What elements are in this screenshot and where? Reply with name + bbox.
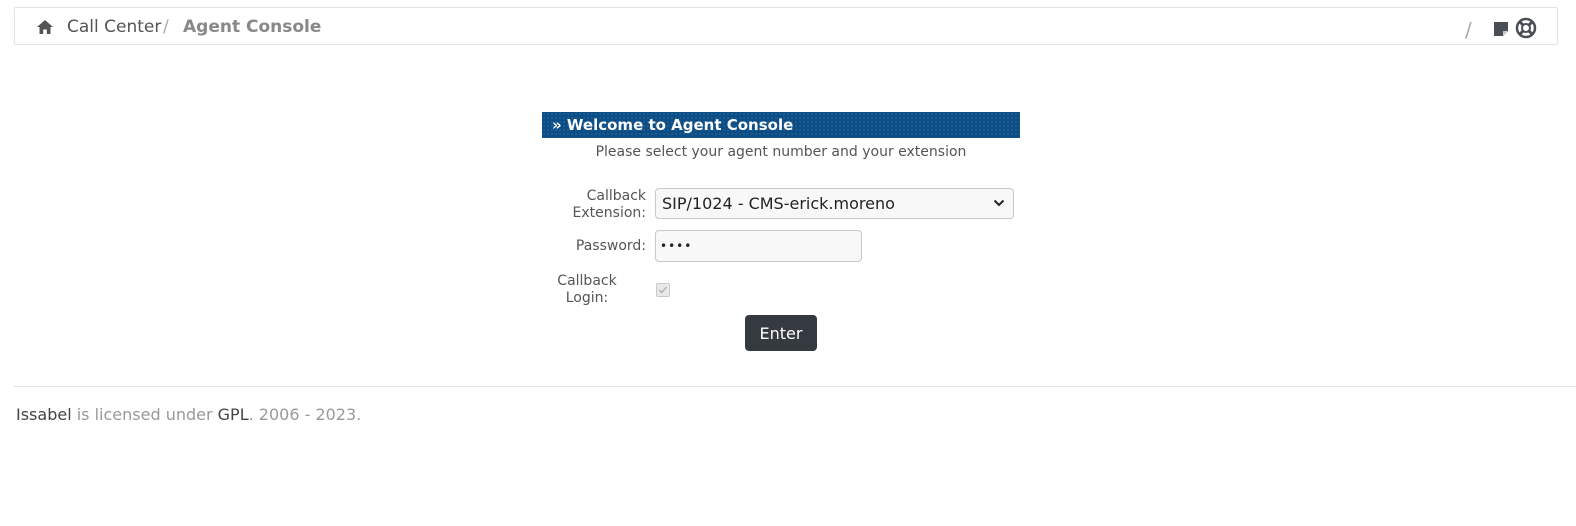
breadcrumb-agent-console: Agent Console [183, 17, 322, 37]
callback-extension-select[interactable]: SIP/1024 - CMS-erick.moreno [655, 188, 1014, 219]
callback-login-label-line1: Callback [557, 273, 617, 289]
breadcrumb-call-center[interactable]: Call Center [67, 17, 161, 37]
panel-title: » Welcome to Agent Console [542, 112, 1020, 138]
callback-login-label: Callback Login: [548, 273, 626, 307]
checkmark-icon [658, 286, 668, 294]
callback-extension-value: SIP/1024 - CMS-erick.moreno [662, 194, 895, 213]
callback-extension-label-line1: Callback [586, 188, 646, 204]
callback-login-checkbox[interactable] [656, 283, 670, 297]
callback-extension-label: Callback Extension: [556, 188, 646, 222]
callback-login-label-line2: Login: [565, 290, 609, 306]
help-lifebuoy-icon[interactable] [1515, 17, 1537, 39]
chevron-down-icon [993, 199, 1005, 207]
issabel-link[interactable]: Issabel [16, 405, 72, 424]
breadcrumb: Call Center / Agent Console / [14, 7, 1558, 45]
footer-divider [14, 386, 1576, 387]
breadcrumb-separator: / [163, 17, 169, 37]
footer-text-years: . 2006 - 2023. [248, 405, 362, 424]
gpl-link[interactable]: GPL [218, 405, 249, 424]
home-icon[interactable] [37, 20, 53, 34]
footer-text-license: is licensed under [71, 405, 218, 424]
password-label: Password: [575, 238, 646, 254]
sticky-note-icon[interactable] [1492, 20, 1510, 38]
enter-button[interactable]: Enter [745, 315, 817, 351]
toolbar-separator: / [1465, 18, 1472, 42]
callback-extension-label-line2: Extension: [572, 205, 646, 221]
panel-subtitle: Please select your agent number and your… [595, 144, 967, 160]
footer: Issabel is licensed under GPL. 2006 - 20… [16, 405, 361, 424]
password-field[interactable]: •••• [655, 230, 862, 262]
